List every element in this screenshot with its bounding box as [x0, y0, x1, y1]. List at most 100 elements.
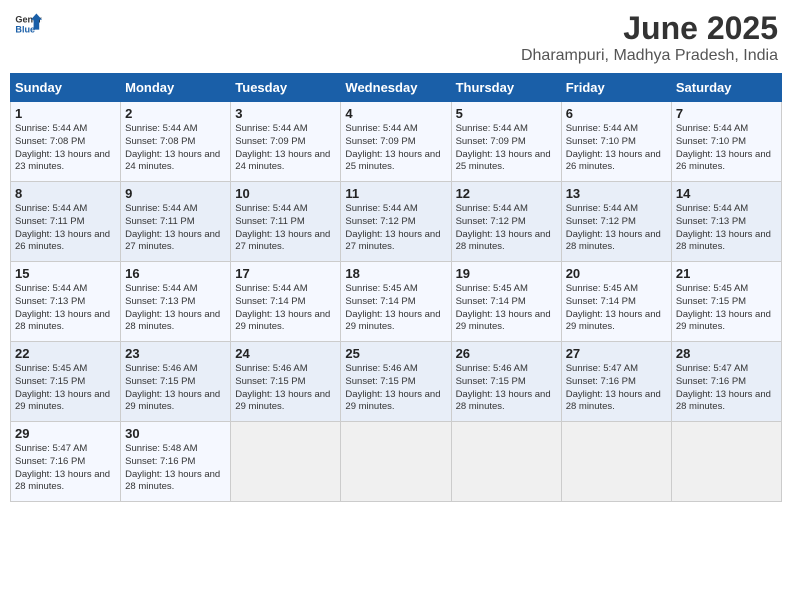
sunset-text: Sunset: 7:09 PM: [235, 136, 336, 149]
daylight-text: Daylight: 13 hours and 27 minutes.: [235, 229, 336, 255]
table-row: 6 Sunrise: 5:44 AM Sunset: 7:10 PM Dayli…: [561, 102, 671, 182]
sunrise-text: Sunrise: 5:46 AM: [456, 363, 557, 376]
daylight-text: Daylight: 13 hours and 29 minutes.: [235, 389, 336, 415]
sunrise-text: Sunrise: 5:48 AM: [125, 443, 226, 456]
calendar-body: 1 Sunrise: 5:44 AM Sunset: 7:08 PM Dayli…: [11, 102, 782, 502]
day-info: Sunrise: 5:44 AM Sunset: 7:11 PM Dayligh…: [125, 203, 226, 254]
table-row: 20 Sunrise: 5:45 AM Sunset: 7:14 PM Dayl…: [561, 262, 671, 342]
calendar-week: 29 Sunrise: 5:47 AM Sunset: 7:16 PM Dayl…: [11, 422, 782, 502]
day-info: Sunrise: 5:46 AM Sunset: 7:15 PM Dayligh…: [235, 363, 336, 414]
day-number: 27: [566, 346, 667, 361]
sunset-text: Sunset: 7:16 PM: [125, 456, 226, 469]
table-row: 16 Sunrise: 5:44 AM Sunset: 7:13 PM Dayl…: [121, 262, 231, 342]
table-row: 9 Sunrise: 5:44 AM Sunset: 7:11 PM Dayli…: [121, 182, 231, 262]
table-row: 10 Sunrise: 5:44 AM Sunset: 7:11 PM Dayl…: [231, 182, 341, 262]
sunset-text: Sunset: 7:15 PM: [676, 296, 777, 309]
day-number: 24: [235, 346, 336, 361]
daylight-text: Daylight: 13 hours and 29 minutes.: [235, 309, 336, 335]
day-number: 16: [125, 266, 226, 281]
header-wednesday: Wednesday: [341, 74, 451, 102]
daylight-text: Daylight: 13 hours and 29 minutes.: [125, 389, 226, 415]
table-row: 15 Sunrise: 5:44 AM Sunset: 7:13 PM Dayl…: [11, 262, 121, 342]
day-info: Sunrise: 5:45 AM Sunset: 7:14 PM Dayligh…: [456, 283, 557, 334]
table-row: [231, 422, 341, 502]
table-row: 4 Sunrise: 5:44 AM Sunset: 7:09 PM Dayli…: [341, 102, 451, 182]
table-row: 21 Sunrise: 5:45 AM Sunset: 7:15 PM Dayl…: [671, 262, 781, 342]
day-number: 28: [676, 346, 777, 361]
day-info: Sunrise: 5:45 AM Sunset: 7:14 PM Dayligh…: [345, 283, 446, 334]
daylight-text: Daylight: 13 hours and 28 minutes.: [125, 309, 226, 335]
sunrise-text: Sunrise: 5:44 AM: [125, 283, 226, 296]
day-number: 2: [125, 106, 226, 121]
table-row: 7 Sunrise: 5:44 AM Sunset: 7:10 PM Dayli…: [671, 102, 781, 182]
daylight-text: Daylight: 13 hours and 29 minutes.: [15, 389, 116, 415]
sunrise-text: Sunrise: 5:47 AM: [15, 443, 116, 456]
header-tuesday: Tuesday: [231, 74, 341, 102]
sunset-text: Sunset: 7:15 PM: [125, 376, 226, 389]
sunrise-text: Sunrise: 5:47 AM: [566, 363, 667, 376]
day-number: 6: [566, 106, 667, 121]
day-info: Sunrise: 5:46 AM Sunset: 7:15 PM Dayligh…: [125, 363, 226, 414]
daylight-text: Daylight: 13 hours and 28 minutes.: [125, 469, 226, 495]
table-row: [341, 422, 451, 502]
sunrise-text: Sunrise: 5:44 AM: [456, 123, 557, 136]
calendar-week: 22 Sunrise: 5:45 AM Sunset: 7:15 PM Dayl…: [11, 342, 782, 422]
table-row: 18 Sunrise: 5:45 AM Sunset: 7:14 PM Dayl…: [341, 262, 451, 342]
day-info: Sunrise: 5:44 AM Sunset: 7:10 PM Dayligh…: [566, 123, 667, 174]
sunrise-text: Sunrise: 5:45 AM: [676, 283, 777, 296]
table-row: 5 Sunrise: 5:44 AM Sunset: 7:09 PM Dayli…: [451, 102, 561, 182]
day-info: Sunrise: 5:47 AM Sunset: 7:16 PM Dayligh…: [676, 363, 777, 414]
sunrise-text: Sunrise: 5:44 AM: [676, 203, 777, 216]
daylight-text: Daylight: 13 hours and 29 minutes.: [345, 389, 446, 415]
logo: General Blue: [14, 10, 42, 38]
sunset-text: Sunset: 7:09 PM: [345, 136, 446, 149]
sunset-text: Sunset: 7:12 PM: [456, 216, 557, 229]
sunset-text: Sunset: 7:14 PM: [345, 296, 446, 309]
daylight-text: Daylight: 13 hours and 29 minutes.: [345, 309, 446, 335]
day-number: 3: [235, 106, 336, 121]
header: General Blue June 2025 Dharampuri, Madhy…: [10, 10, 782, 65]
daylight-text: Daylight: 13 hours and 26 minutes.: [15, 229, 116, 255]
day-info: Sunrise: 5:45 AM Sunset: 7:15 PM Dayligh…: [15, 363, 116, 414]
daylight-text: Daylight: 13 hours and 26 minutes.: [566, 149, 667, 175]
sunrise-text: Sunrise: 5:44 AM: [235, 283, 336, 296]
sunset-text: Sunset: 7:10 PM: [676, 136, 777, 149]
day-info: Sunrise: 5:47 AM Sunset: 7:16 PM Dayligh…: [566, 363, 667, 414]
day-number: 11: [345, 186, 446, 201]
sunrise-text: Sunrise: 5:45 AM: [566, 283, 667, 296]
calendar-week: 15 Sunrise: 5:44 AM Sunset: 7:13 PM Dayl…: [11, 262, 782, 342]
day-number: 14: [676, 186, 777, 201]
header-friday: Friday: [561, 74, 671, 102]
table-row: [561, 422, 671, 502]
sunset-text: Sunset: 7:12 PM: [345, 216, 446, 229]
day-info: Sunrise: 5:47 AM Sunset: 7:16 PM Dayligh…: [15, 443, 116, 494]
table-row: 14 Sunrise: 5:44 AM Sunset: 7:13 PM Dayl…: [671, 182, 781, 262]
daylight-text: Daylight: 13 hours and 25 minutes.: [456, 149, 557, 175]
day-number: 29: [15, 426, 116, 441]
table-row: 17 Sunrise: 5:44 AM Sunset: 7:14 PM Dayl…: [231, 262, 341, 342]
sunrise-text: Sunrise: 5:45 AM: [456, 283, 557, 296]
day-number: 19: [456, 266, 557, 281]
daylight-text: Daylight: 13 hours and 28 minutes.: [15, 309, 116, 335]
table-row: 12 Sunrise: 5:44 AM Sunset: 7:12 PM Dayl…: [451, 182, 561, 262]
table-row: 28 Sunrise: 5:47 AM Sunset: 7:16 PM Dayl…: [671, 342, 781, 422]
table-row: 1 Sunrise: 5:44 AM Sunset: 7:08 PM Dayli…: [11, 102, 121, 182]
day-info: Sunrise: 5:44 AM Sunset: 7:09 PM Dayligh…: [235, 123, 336, 174]
daylight-text: Daylight: 13 hours and 27 minutes.: [345, 229, 446, 255]
sunset-text: Sunset: 7:08 PM: [15, 136, 116, 149]
day-info: Sunrise: 5:46 AM Sunset: 7:15 PM Dayligh…: [456, 363, 557, 414]
table-row: 25 Sunrise: 5:46 AM Sunset: 7:15 PM Dayl…: [341, 342, 451, 422]
sunset-text: Sunset: 7:15 PM: [456, 376, 557, 389]
day-info: Sunrise: 5:44 AM Sunset: 7:13 PM Dayligh…: [125, 283, 226, 334]
sunrise-text: Sunrise: 5:44 AM: [15, 283, 116, 296]
day-info: Sunrise: 5:44 AM Sunset: 7:13 PM Dayligh…: [15, 283, 116, 334]
calendar-subtitle: Dharampuri, Madhya Pradesh, India: [521, 47, 778, 65]
day-number: 15: [15, 266, 116, 281]
day-number: 12: [456, 186, 557, 201]
table-row: [671, 422, 781, 502]
day-number: 7: [676, 106, 777, 121]
sunset-text: Sunset: 7:11 PM: [125, 216, 226, 229]
daylight-text: Daylight: 13 hours and 28 minutes.: [676, 229, 777, 255]
sunrise-text: Sunrise: 5:46 AM: [345, 363, 446, 376]
day-info: Sunrise: 5:44 AM Sunset: 7:08 PM Dayligh…: [125, 123, 226, 174]
